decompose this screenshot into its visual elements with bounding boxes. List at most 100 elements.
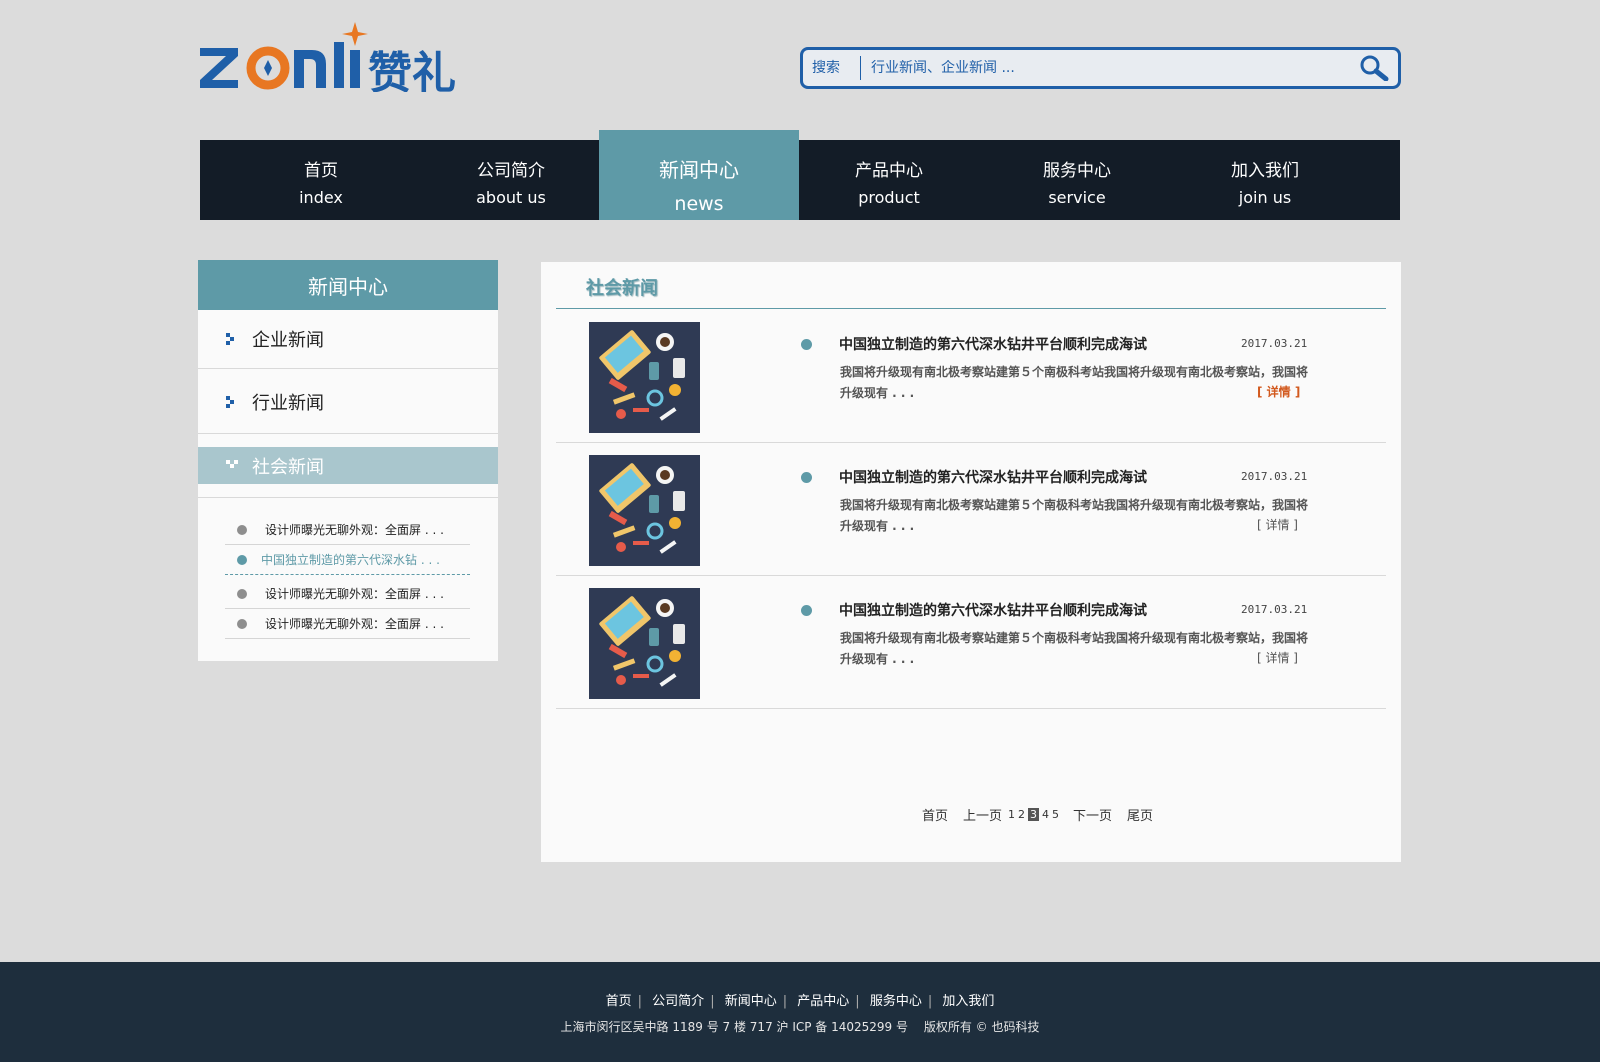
nav-item-cn-label: 产品中心 bbox=[855, 161, 923, 181]
pager-page[interactable]: 4 bbox=[1042, 808, 1049, 821]
sub-news-label: 设计师曝光无聊外观：全面屏 . . . bbox=[265, 587, 444, 601]
separator: | bbox=[710, 994, 715, 1009]
sub-news-list: 设计师曝光无聊外观：全面屏 . . . 中国独立制造的第六代深水钻 . . . … bbox=[225, 515, 470, 639]
sidebar-item-label: 社会新闻 bbox=[252, 456, 324, 478]
news-thumbnail[interactable] bbox=[589, 588, 700, 699]
content-header: 社会新闻 bbox=[556, 262, 1386, 309]
nav-item-en-label: service bbox=[1048, 188, 1106, 207]
news-details-link[interactable]: [ 详情 ] bbox=[1257, 649, 1298, 666]
bullet-dot bbox=[237, 554, 247, 565]
sub-news-item[interactable]: 设计师曝光无聊外观：全面屏 . . . bbox=[225, 579, 470, 609]
news-date: 2017.03.21 bbox=[1241, 337, 1308, 350]
news-details-link[interactable]: [ 详情 ] bbox=[1257, 383, 1300, 400]
bullet-dot bbox=[237, 588, 247, 599]
sidebar-item-industry-news[interactable]: 行业新闻 bbox=[198, 370, 498, 434]
sub-news-label: 中国独立制造的第六代深水钻 . . . bbox=[261, 553, 440, 567]
sidebar-item-label: 行业新闻 bbox=[252, 392, 324, 414]
news-item: 中国独立制造的第六代深水钻井平台顺利完成海试 2017.03.21 我国将升级现… bbox=[556, 576, 1386, 709]
nav-item-service[interactable]: 服务中心 service bbox=[982, 140, 1172, 220]
nav-item-en-label: index bbox=[299, 188, 343, 207]
footer-link-news[interactable]: 新闻中心 bbox=[725, 994, 777, 1009]
zonli-logo-graphic: 赞礼 bbox=[200, 22, 456, 99]
nav-item-about[interactable]: 公司简介 about us bbox=[416, 140, 606, 220]
bullet-dot bbox=[801, 605, 812, 616]
sidebar-item-label: 企业新闻 bbox=[252, 330, 324, 351]
nav-item-cn-label: 公司简介 bbox=[477, 161, 545, 181]
news-details-link[interactable]: [ 详情 ] bbox=[1257, 516, 1298, 533]
pager-page[interactable]: 1 bbox=[1008, 808, 1015, 821]
pager-next[interactable]: 下一页 bbox=[1073, 805, 1112, 824]
news-thumbnail[interactable] bbox=[589, 322, 700, 433]
bullet-dot bbox=[237, 618, 247, 629]
news-title[interactable]: 中国独立制造的第六代深水钻井平台顺利完成海试 bbox=[839, 467, 1147, 487]
sub-news-label: 设计师曝光无聊外观：全面屏 . . . bbox=[265, 617, 444, 631]
nav-item-index[interactable]: 首页 index bbox=[226, 140, 416, 220]
footer-link-product[interactable]: 产品中心 bbox=[797, 994, 849, 1009]
nav-item-cn-label: 首页 bbox=[304, 161, 338, 181]
nav-item-en-label: join us bbox=[1238, 188, 1292, 207]
pagination: 首页 上一页 1 2 3 4 5 下一页 尾页 bbox=[922, 805, 1168, 824]
search-input[interactable] bbox=[861, 60, 1350, 76]
search-button[interactable] bbox=[1350, 50, 1398, 86]
separator: | bbox=[782, 994, 788, 1009]
news-date: 2017.03.21 bbox=[1241, 470, 1308, 483]
divider bbox=[198, 497, 498, 498]
pager-page[interactable]: 5 bbox=[1052, 808, 1059, 821]
pager-first[interactable]: 首页 bbox=[922, 805, 948, 824]
sidebar-item-society-news[interactable]: 社会新闻 bbox=[198, 447, 498, 484]
arrow-right-icon bbox=[226, 395, 234, 408]
nav-item-en-label: about us bbox=[476, 188, 546, 207]
pager-page-current[interactable]: 3 bbox=[1028, 808, 1040, 821]
main-nav: 首页 index 公司简介 about us 新闻中心 news 产品中心 pr… bbox=[200, 130, 1400, 220]
footer-copyright: 上海市闵行区吴中路 1189 号 7 楼 717 沪 ICP 备 1402529… bbox=[560, 1020, 1040, 1034]
sidebar-title: 新闻中心 bbox=[198, 260, 498, 310]
news-title[interactable]: 中国独立制造的第六代深水钻井平台顺利完成海试 bbox=[839, 334, 1147, 354]
sub-news-label: 设计师曝光无聊外观：全面屏 . . . bbox=[265, 523, 444, 537]
footer-link-join[interactable]: 加入我们 bbox=[942, 994, 994, 1009]
nav-item-product[interactable]: 产品中心 product bbox=[794, 140, 984, 220]
sidebar: 新闻中心 企业新闻 行业新闻 社会新闻 设计师曝光无聊外观：全面屏 . . . … bbox=[198, 260, 498, 661]
separator: | bbox=[927, 994, 933, 1009]
separator: | bbox=[637, 994, 643, 1009]
sidebar-item-enterprise-news[interactable]: 企业新闻 bbox=[198, 310, 498, 369]
arrow-down-icon bbox=[226, 459, 238, 468]
sub-news-item-active[interactable]: 中国独立制造的第六代深水钻 . . . bbox=[225, 545, 470, 575]
separator: | bbox=[855, 994, 860, 1009]
sub-news-item[interactable]: 设计师曝光无聊外观：全面屏 . . . bbox=[225, 609, 470, 639]
pager-last[interactable]: 尾页 bbox=[1127, 805, 1153, 824]
search-label: 搜索 bbox=[803, 56, 861, 80]
footer-link-service[interactable]: 服务中心 bbox=[870, 994, 922, 1009]
nav-item-cn-label: 新闻中心 bbox=[659, 158, 739, 182]
pager-prev[interactable]: 上一页 bbox=[963, 805, 1002, 824]
logo-cn-text: 赞礼 bbox=[368, 48, 456, 92]
news-summary: 我国将升级现有南北极考察站建第５个南极科考站我国将升级现有南北极考察站，我国将升… bbox=[840, 365, 1309, 400]
nav-item-news[interactable]: 新闻中心 news bbox=[599, 130, 799, 220]
news-date: 2017.03.21 bbox=[1241, 603, 1308, 616]
nav-item-en-label: product bbox=[858, 188, 920, 207]
nav-item-cn-label: 加入我们 bbox=[1231, 161, 1299, 181]
news-summary: 我国将升级现有南北极考察站建第５个南极科考站我国将升级现有南北极考察站，我国将升… bbox=[840, 498, 1309, 533]
search-bar: 搜索 bbox=[800, 47, 1401, 89]
bullet-dot bbox=[237, 524, 247, 535]
nav-item-en-label: news bbox=[674, 193, 724, 215]
footer-link-index[interactable]: 首页 bbox=[606, 994, 632, 1009]
pager-page[interactable]: 2 bbox=[1018, 808, 1025, 821]
content-title: 社会新闻 bbox=[586, 278, 658, 299]
bullet-dot bbox=[801, 472, 812, 483]
site-logo[interactable]: 赞礼 bbox=[198, 20, 488, 99]
search-icon bbox=[1360, 55, 1389, 81]
footer: 首页 | 公司简介 | 新闻中心 | 产品中心 | 服务中心 | 加入我们 上海市闵行区吴… bbox=[0, 962, 1600, 1062]
sub-news-item[interactable]: 设计师曝光无聊外观：全面屏 . . . bbox=[225, 515, 470, 545]
nav-item-cn-label: 服务中心 bbox=[1043, 161, 1111, 181]
footer-links: 首页 | 公司简介 | 新闻中心 | 产品中心 | 服务中心 | 加入我们 bbox=[0, 990, 1600, 1009]
bullet-dot bbox=[801, 339, 812, 350]
news-title[interactable]: 中国独立制造的第六代深水钻井平台顺利完成海试 bbox=[839, 600, 1147, 620]
news-item: 中国独立制造的第六代深水钻井平台顺利完成海试 2017.03.21 我国将升级现… bbox=[556, 443, 1386, 576]
nav-item-join[interactable]: 加入我们 join us bbox=[1170, 140, 1360, 220]
news-item: 中国独立制造的第六代深水钻井平台顺利完成海试 2017.03.21 我国将升级现… bbox=[556, 310, 1386, 443]
arrow-right-icon bbox=[226, 333, 234, 345]
news-thumbnail[interactable] bbox=[589, 455, 700, 566]
news-content-panel: 社会新闻 中国独立制造的第六代深水钻井平台顺利完成海试 2017.03.21 我… bbox=[541, 262, 1401, 862]
news-summary: 我国将升级现有南北极考察站建第５个南极科考站我国将升级现有南北极考察站，我国将升… bbox=[840, 631, 1309, 666]
footer-link-about[interactable]: 公司简介 bbox=[652, 994, 704, 1009]
